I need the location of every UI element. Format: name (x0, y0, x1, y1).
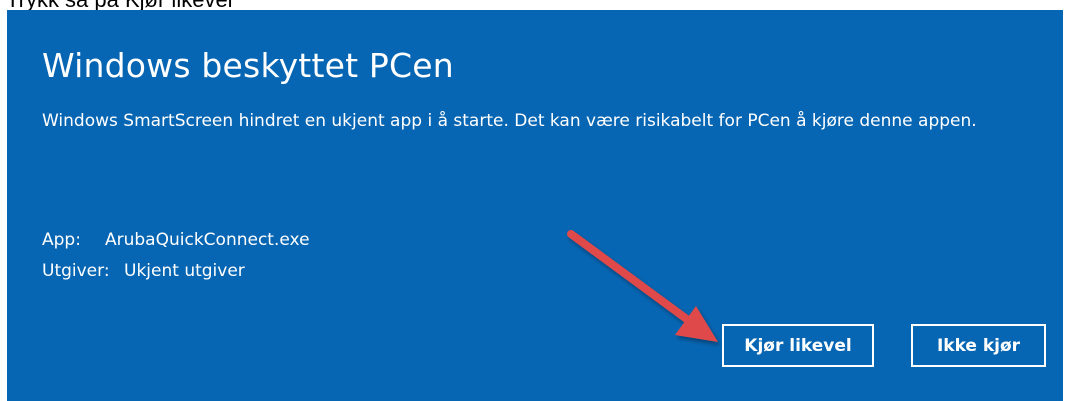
publisher-name: Ukjent utgiver (124, 261, 245, 281)
publisher-row: Utgiver: Ukjent utgiver (42, 256, 310, 287)
app-info: App: ArubaQuickConnect.exe Utgiver: Ukje… (42, 225, 310, 287)
dialog-title: Windows beskyttet PCen (42, 46, 454, 85)
smartscreen-dialog: Windows beskyttet PCen Windows SmartScre… (7, 10, 1063, 401)
app-row: App: ArubaQuickConnect.exe (42, 225, 310, 256)
screenshot-page: Trykk så på Kjør likevel Windows beskytt… (0, 0, 1066, 401)
app-label: App: (42, 230, 81, 250)
dialog-message: Windows SmartScreen hindret en ukjent ap… (42, 111, 977, 131)
dont-run-button[interactable]: Ikke kjør (911, 324, 1046, 367)
run-anyway-button[interactable]: Kjør likevel (722, 324, 874, 367)
publisher-label: Utgiver: (42, 261, 110, 281)
app-name: ArubaQuickConnect.exe (105, 230, 310, 250)
